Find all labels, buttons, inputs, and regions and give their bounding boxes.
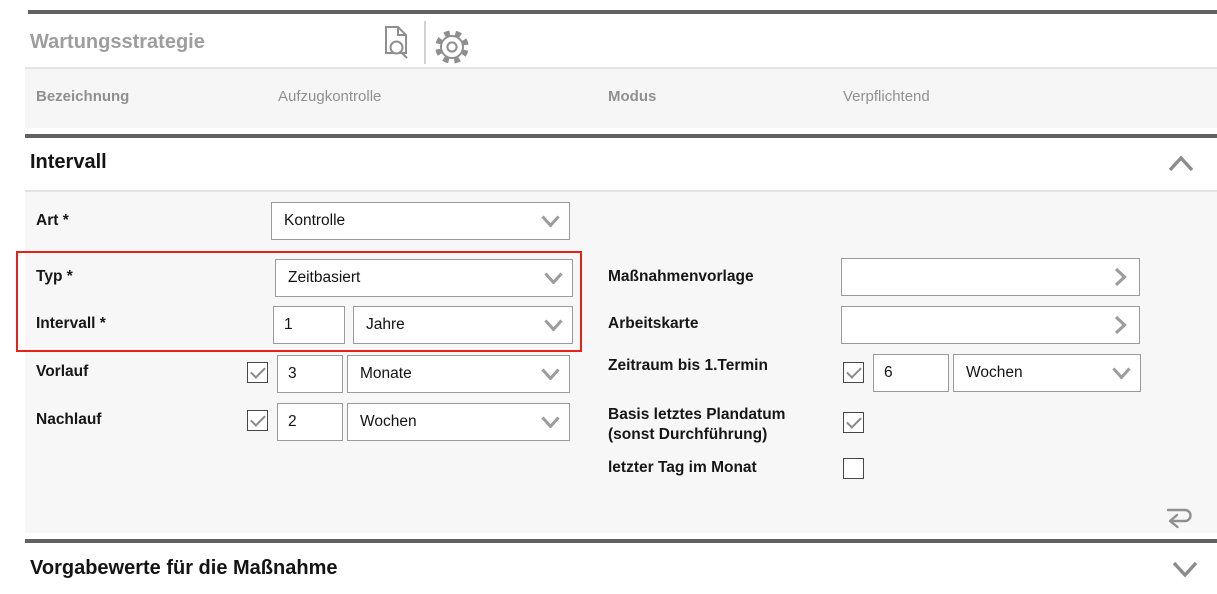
record-name-value: Aufzugkontrolle <box>278 89 381 104</box>
chevron-right-icon <box>1114 315 1127 335</box>
gear-glyph <box>432 27 472 67</box>
art-select[interactable]: Kontrolle <box>271 202 570 240</box>
intervall-number-input[interactable] <box>273 306 345 344</box>
record-summary-bar: Bezeichnung Aufzugkontrolle Modus Verpfl… <box>25 67 1217 128</box>
nachlauf-label: Nachlauf <box>36 412 101 428</box>
vorlauf-unit-select[interactable]: Monate <box>347 355 570 393</box>
section-divider-bottom <box>25 539 1217 543</box>
zeitraum-unit-value: Wochen <box>966 364 1023 382</box>
chevron-down-icon <box>541 416 560 428</box>
record-name-label: Bezeichnung <box>36 89 129 104</box>
chevron-right-icon <box>1114 267 1127 287</box>
typ-label: Typ * <box>36 269 73 285</box>
vorlauf-checkbox[interactable] <box>247 362 268 383</box>
undo-arrow-icon <box>1160 501 1198 529</box>
chevron-down-icon <box>1172 561 1198 578</box>
chevron-down-icon <box>541 368 560 380</box>
chevron-up-icon <box>1168 155 1194 172</box>
zeitraum-number-input[interactable] <box>873 354 949 392</box>
art-label: Art * <box>36 213 69 229</box>
letzter-tag-label: letzter Tag im Monat <box>608 460 757 476</box>
chevron-down-icon <box>544 272 563 284</box>
zeitraum-unit-select[interactable]: Wochen <box>953 354 1141 392</box>
chevron-down-icon <box>541 215 560 227</box>
section-title-intervall: Intervall <box>30 151 107 173</box>
intervall-unit-select[interactable]: Jahre <box>353 306 573 344</box>
vorlauf-number-input[interactable] <box>277 355 343 393</box>
section-title-vorgabewerte: Vorgabewerte für die Maßnahme <box>30 557 337 579</box>
zeitraum-checkbox[interactable] <box>843 362 864 383</box>
typ-select[interactable]: Zeitbasiert <box>275 259 573 297</box>
basis-plandatum-label: Basis letztes Plandatum (sonst Durchführ… <box>608 405 785 445</box>
typ-select-value: Zeitbasiert <box>288 269 360 287</box>
expand-section-button[interactable] <box>1172 561 1198 578</box>
page-title: Wartungsstrategie <box>30 31 205 53</box>
basis-plandatum-checkbox[interactable] <box>843 412 864 433</box>
chevron-down-icon <box>1112 367 1131 379</box>
nachlauf-unit-value: Wochen <box>360 413 417 431</box>
record-modus-value: Verpflichtend <box>843 89 930 104</box>
settings-gear-icon[interactable] <box>432 27 472 67</box>
massnahmenvorlage-label: Maßnahmenvorlage <box>608 269 754 285</box>
arbeitskarte-picker[interactable] <box>841 306 1140 344</box>
nachlauf-unit-select[interactable]: Wochen <box>347 403 570 441</box>
vorlauf-label: Vorlauf <box>36 364 88 380</box>
intervall-label: Intervall * <box>36 316 106 332</box>
nachlauf-checkbox[interactable] <box>247 410 268 431</box>
chevron-down-icon <box>544 319 563 331</box>
letzter-tag-checkbox[interactable] <box>843 458 864 479</box>
undo-button[interactable] <box>1160 501 1198 529</box>
collapse-section-button[interactable] <box>1168 155 1194 172</box>
basis-plandatum-label-line2: (sonst Durchführung) <box>608 425 785 445</box>
toolbar-divider <box>424 21 426 64</box>
document-preview-glyph <box>379 24 413 60</box>
nachlauf-number-input[interactable] <box>277 403 343 441</box>
massnahmenvorlage-picker[interactable] <box>841 258 1140 296</box>
intervall-unit-value: Jahre <box>366 316 405 334</box>
art-select-value: Kontrolle <box>284 212 345 230</box>
vorlauf-unit-value: Monate <box>360 365 412 383</box>
document-preview-icon[interactable] <box>379 24 413 60</box>
section-divider-top <box>25 134 1217 138</box>
basis-plandatum-label-line1: Basis letztes Plandatum <box>608 405 785 425</box>
top-divider <box>28 10 1217 14</box>
record-modus-label: Modus <box>608 89 656 104</box>
arbeitskarte-label: Arbeitskarte <box>608 316 698 332</box>
zeitraum-label: Zeitraum bis 1.Termin <box>608 358 768 374</box>
